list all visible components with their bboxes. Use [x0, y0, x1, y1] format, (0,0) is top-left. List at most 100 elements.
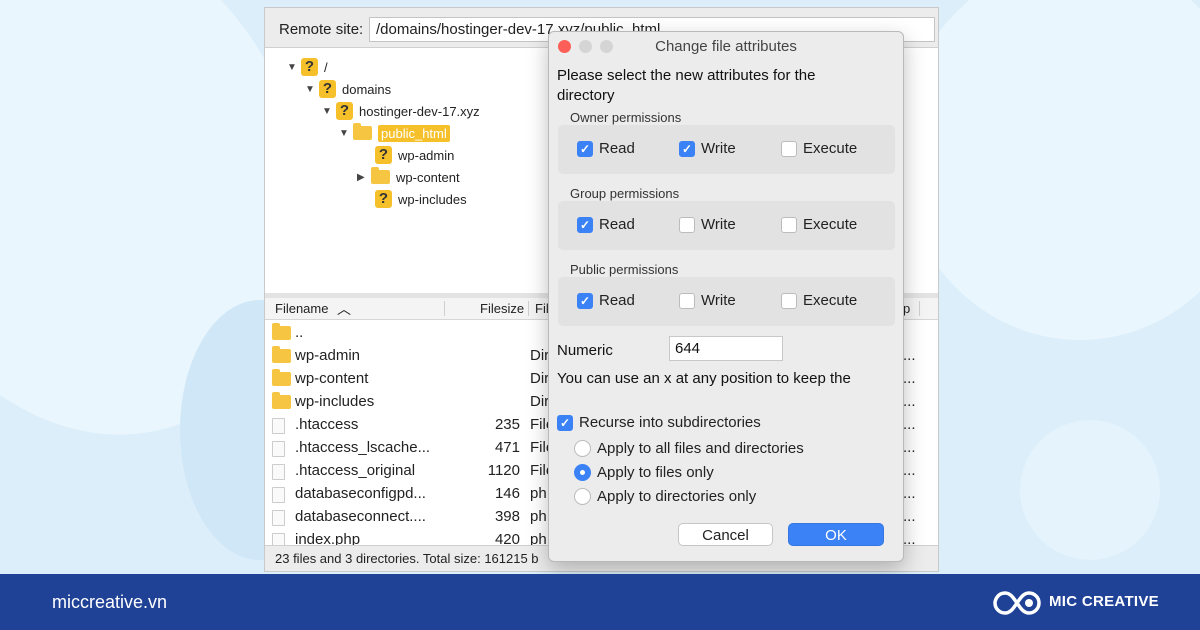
file-permissions: ... [903, 347, 916, 364]
public-permissions-label: Public permissions [570, 262, 679, 277]
owner-permissions-label: Owner permissions [570, 110, 682, 125]
brand-name: MIC CREATIVE [1049, 593, 1159, 610]
radio-label: Apply to files only [597, 464, 714, 481]
numeric-label: Numeric [557, 342, 613, 359]
column-filesize[interactable]: Filesize [480, 301, 524, 316]
column-filename[interactable]: Filename [275, 301, 328, 316]
checkbox-unchecked-icon [781, 292, 797, 309]
public-write-checkbox[interactable]: Write [679, 292, 736, 309]
file-permissions: ... [903, 485, 916, 502]
group-execute-checkbox[interactable]: Execute [781, 216, 857, 233]
background-blob [1020, 420, 1160, 560]
column-divider[interactable] [528, 301, 529, 316]
folder-icon [272, 323, 291, 340]
recurse-checkbox[interactable]: ✓ Recurse into subdirectories [557, 414, 761, 431]
tree-item-label-selected: public_html [378, 124, 450, 142]
checkbox-label: Read [599, 216, 635, 233]
checkbox-label: Read [599, 140, 635, 157]
apply-files-radio[interactable]: Apply to files only [574, 464, 714, 481]
radio-unselected-icon [574, 488, 591, 505]
unknown-folder-icon: ? [336, 102, 353, 120]
collapse-triangle-icon[interactable]: ▶ [357, 172, 371, 183]
expand-triangle-icon[interactable]: ▼ [339, 128, 353, 139]
file-name: databaseconfigpd... [295, 485, 426, 502]
file-type: Dir [530, 393, 550, 410]
expand-triangle-icon[interactable]: ▼ [287, 62, 301, 73]
file-size: 398 [494, 508, 520, 525]
expand-triangle-icon[interactable]: ▼ [322, 106, 336, 117]
checkbox-checked-icon: ✓ [557, 414, 573, 431]
checkbox-label: Execute [803, 216, 858, 233]
column-divider[interactable] [919, 301, 920, 316]
file-name: .htaccess_original [295, 462, 416, 479]
file-icon [272, 441, 285, 457]
tree-item-label: wp-content [396, 169, 460, 185]
checkbox-unchecked-icon [781, 140, 797, 157]
public-execute-checkbox[interactable]: Execute [781, 292, 857, 309]
file-permissions: ... [903, 416, 916, 433]
tree-item-domains[interactable]: ▼ ? domains [305, 79, 391, 99]
column-permissions[interactable]: p [903, 301, 910, 316]
public-read-checkbox[interactable]: ✓ Read [577, 292, 635, 309]
checkbox-label: Write [701, 216, 736, 233]
radio-selected-icon [574, 464, 591, 481]
dialog-title: Change file attributes [655, 38, 797, 55]
remote-site-label: Remote site: [279, 21, 364, 38]
unknown-folder-icon: ? [375, 146, 392, 164]
file-type: ph [530, 485, 547, 502]
group-permissions-group: ✓ Read Write Execute [558, 201, 895, 250]
folder-icon [272, 369, 291, 386]
tree-item-label: domains [342, 81, 392, 97]
checkbox-label: Recurse into subdirectories [579, 414, 761, 431]
tree-item-wp-includes[interactable]: ? wp-includes [361, 189, 467, 209]
radio-unselected-icon [574, 440, 591, 457]
file-permissions: ... [903, 439, 916, 456]
unknown-folder-icon: ? [301, 58, 318, 76]
column-divider[interactable] [444, 301, 445, 316]
checkbox-label: Read [599, 292, 635, 309]
file-permissions: ... [903, 508, 916, 525]
sort-ascending-icon[interactable]: ︿ [337, 299, 351, 319]
group-write-checkbox[interactable]: Write [679, 216, 736, 233]
file-size: 471 [494, 439, 520, 456]
numeric-hint: You can use an x at any position to keep… [557, 370, 851, 387]
apply-dirs-radio[interactable]: Apply to directories only [574, 488, 756, 505]
file-size: 146 [494, 485, 520, 502]
owner-write-checkbox[interactable]: ✓ Write [679, 140, 736, 157]
tree-item-public-html[interactable]: ▼ public_html [339, 123, 450, 143]
apply-all-radio[interactable]: Apply to all files and directories [574, 440, 804, 457]
file-name: .. [295, 324, 304, 341]
owner-read-checkbox[interactable]: ✓ Read [577, 140, 635, 157]
tree-item-label: / [324, 59, 328, 75]
public-permissions-group: ✓ Read Write Execute [558, 277, 895, 326]
tree-item-wp-admin[interactable]: ? wp-admin [361, 145, 454, 165]
infinity-logo-icon [993, 591, 1041, 615]
cancel-button[interactable]: Cancel [678, 523, 773, 546]
folder-icon [371, 167, 390, 184]
numeric-permissions-input[interactable]: 644 [669, 336, 783, 361]
dialog-instructions: Please select the new attributes for the… [557, 67, 816, 104]
owner-execute-checkbox[interactable]: Execute [781, 140, 857, 157]
checkbox-label: Write [701, 140, 736, 157]
tree-item-label: wp-includes [398, 191, 467, 207]
checkbox-checked-icon: ✓ [577, 140, 593, 157]
tree-item-label: hostinger-dev-17.xyz [359, 103, 480, 119]
radio-label: Apply to all files and directories [597, 440, 804, 457]
file-icon [272, 487, 285, 503]
group-permissions-label: Group permissions [570, 186, 680, 201]
tree-item-host[interactable]: ▼ ? hostinger-dev-17.xyz [322, 101, 480, 121]
folder-icon [353, 123, 372, 140]
owner-permissions-group: ✓ Read ✓ Write Execute [558, 125, 895, 174]
file-icon [272, 464, 285, 480]
unknown-folder-icon: ? [319, 80, 336, 98]
tree-item-wp-content[interactable]: ▶ wp-content [357, 167, 460, 187]
background-blob [900, 0, 1200, 340]
ok-button[interactable]: OK [788, 523, 884, 546]
footer-site-url[interactable]: miccreative.vn [52, 592, 167, 613]
file-icon [272, 510, 285, 526]
group-read-checkbox[interactable]: ✓ Read [577, 216, 635, 233]
tree-item-root[interactable]: ▼ ? / [287, 57, 328, 77]
expand-triangle-icon[interactable]: ▼ [305, 84, 319, 95]
checkbox-checked-icon: ✓ [679, 140, 695, 157]
column-filetype[interactable]: Fil [535, 301, 549, 316]
